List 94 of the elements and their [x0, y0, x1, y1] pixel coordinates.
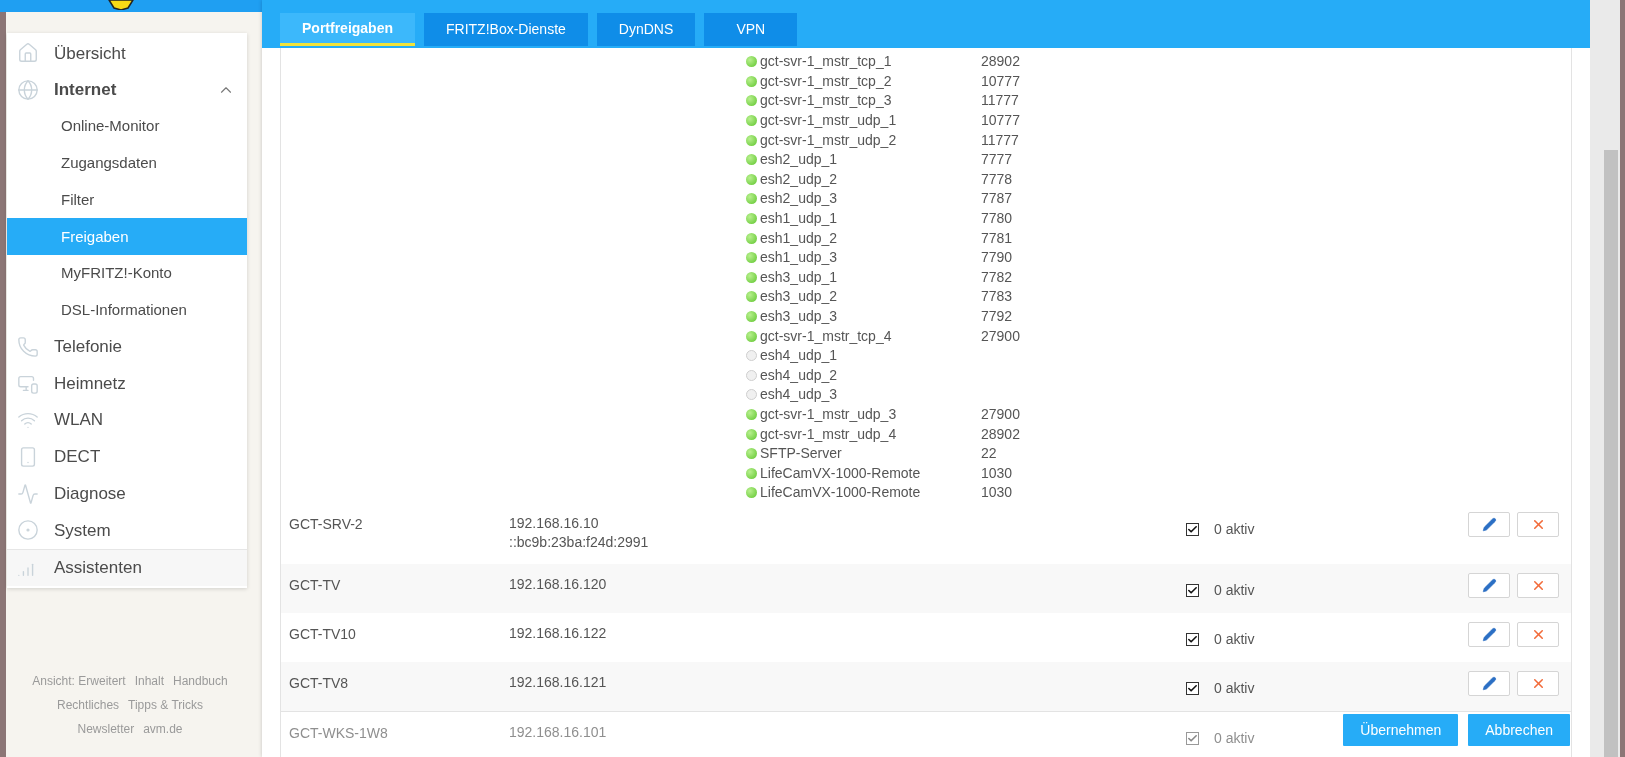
rule-name: SFTP-Server [760, 444, 842, 464]
rule-name: gct-svr-1_mstr_udp_1 [760, 111, 897, 131]
rule-name: esh4_udp_3 [760, 385, 838, 405]
rule-name: gct-svr-1_mstr_udp_3 [760, 405, 897, 424]
edit-button[interactable] [1468, 511, 1510, 537]
checkbox[interactable] [1186, 583, 1199, 597]
globe-icon [17, 79, 39, 102]
submenu-item[interactable]: DSL-Informationen [7, 291, 247, 329]
port-number: 10777 [981, 111, 1020, 131]
port-number: 7783 [981, 287, 1013, 307]
port-number: 7778 [981, 169, 1013, 189]
ip-address: 192.168.16.122 [509, 623, 607, 643]
pulse-icon [17, 482, 39, 505]
pencil-icon [1481, 577, 1497, 593]
menu-item[interactable]: Telefonie [54, 334, 123, 360]
edit-button[interactable] [1468, 621, 1510, 647]
port-number: 7781 [981, 228, 1013, 248]
status-text: 0 aktiv [1214, 580, 1255, 600]
port-number: 11777 [981, 91, 1019, 111]
rule-name: LifeCamVX-1000-Remote [760, 483, 921, 503]
rule-name: esh3_udp_2 [760, 287, 838, 307]
checkbox[interactable] [1186, 632, 1199, 646]
menu-item[interactable]: Übersicht [54, 40, 126, 67]
pencil-icon [1481, 675, 1497, 691]
menu-item[interactable]: DECT [54, 444, 101, 470]
ip-address: 192.168.16.10 [509, 513, 599, 533]
rule-name: esh4_udp_1 [760, 346, 838, 366]
device-name: GCT-TV [288, 575, 342, 595]
pencil-icon [1481, 516, 1497, 532]
menu-item[interactable]: System [54, 517, 111, 544]
status-text: 0 aktiv [1214, 678, 1255, 698]
port-number: 28902 [981, 424, 1020, 444]
port-number: 28902 [981, 52, 1020, 72]
status-text: 0 aktiv [1214, 629, 1255, 649]
rule-name: esh2_udp_2 [760, 169, 838, 189]
rule-name: esh3_udp_1 [760, 267, 838, 287]
checkbox[interactable] [1186, 731, 1199, 745]
rule-name: esh4_udp_2 [760, 365, 838, 385]
port-number: 7780 [981, 209, 1013, 229]
port-number: 1030 [981, 483, 1013, 503]
rule-name: gct-svr-1_mstr_udp_2 [760, 130, 897, 150]
rule-name: esh2_udp_1 [760, 150, 838, 170]
ip-address: ::bc9b:23ba:f24d:2991 [509, 532, 649, 552]
device-name: GCT-WKS-1W8 [288, 723, 389, 743]
submenu-item[interactable]: Zugangsdaten [7, 145, 247, 182]
port-number: 7792 [981, 307, 1013, 326]
rule-name: esh3_udp_3 [760, 307, 838, 326]
menu-item[interactable]: Diagnose [54, 480, 126, 507]
checkbox[interactable] [1186, 522, 1199, 536]
rule-name: gct-svr-1_mstr_tcp_4 [760, 326, 892, 346]
edit-button[interactable] [1468, 572, 1510, 598]
port-number: 7777 [981, 150, 1013, 170]
ip-address: 192.168.16.120 [509, 574, 607, 594]
port-number: 27900 [981, 326, 1020, 346]
port-number: 7782 [981, 267, 1013, 287]
port-number: 11777 [981, 130, 1019, 150]
rule-name: gct-svr-1_mstr_udp_4 [760, 424, 897, 444]
port-number: 22 [981, 444, 997, 464]
rule-name: esh1_udp_1 [760, 209, 838, 229]
device-name: GCT-TV10 [288, 624, 357, 644]
menu-item[interactable]: Internet [54, 77, 117, 103]
rule-name: LifeCamVX-1000-Remote [760, 463, 921, 483]
device-name: GCT-SRV-2 [288, 514, 364, 534]
menu-item[interactable]: WLAN [54, 407, 104, 433]
port-number: 7790 [981, 248, 1013, 268]
tab[interactable]: FRITZ!Box-Dienste [424, 13, 588, 46]
submenu-item[interactable]: MyFRITZ!-Konto [7, 255, 247, 292]
status-text: 0 aktiv [1214, 519, 1255, 539]
port-number: 27900 [981, 405, 1020, 424]
submenu-item[interactable]: Filter [7, 181, 247, 219]
submenu-item[interactable]: Online-Monitor [7, 108, 247, 146]
target-icon [17, 519, 39, 542]
menu-item[interactable]: Heimnetz [54, 370, 126, 397]
status-text: 0 aktiv [1214, 728, 1255, 748]
checkbox[interactable] [1186, 681, 1199, 695]
rule-name: gct-svr-1_mstr_tcp_2 [760, 71, 892, 91]
ip-address: 192.168.16.121 [509, 672, 607, 692]
edit-button[interactable] [1468, 670, 1510, 696]
rule-name: gct-svr-1_mstr_tcp_1 [760, 52, 892, 72]
phone-icon [17, 335, 39, 358]
tab[interactable]: DynDNS [596, 13, 696, 46]
port-number: 7787 [981, 189, 1013, 209]
house-icon [17, 42, 39, 65]
device-name: GCT-TV8 [288, 673, 350, 693]
rule-name: esh1_udp_3 [760, 248, 838, 268]
tab[interactable]: VPN [704, 13, 798, 46]
pencil-icon [1481, 626, 1497, 642]
logo-icon [108, 0, 134, 10]
port-number: 10777 [981, 71, 1020, 91]
rule-name: gct-svr-1_mstr_tcp_3 [760, 91, 892, 111]
rule-name: esh1_udp_2 [760, 228, 838, 248]
ip-address: 192.168.16.101 [509, 722, 607, 742]
rule-name: esh2_udp_3 [760, 189, 838, 209]
port-number: 1030 [981, 463, 1013, 483]
